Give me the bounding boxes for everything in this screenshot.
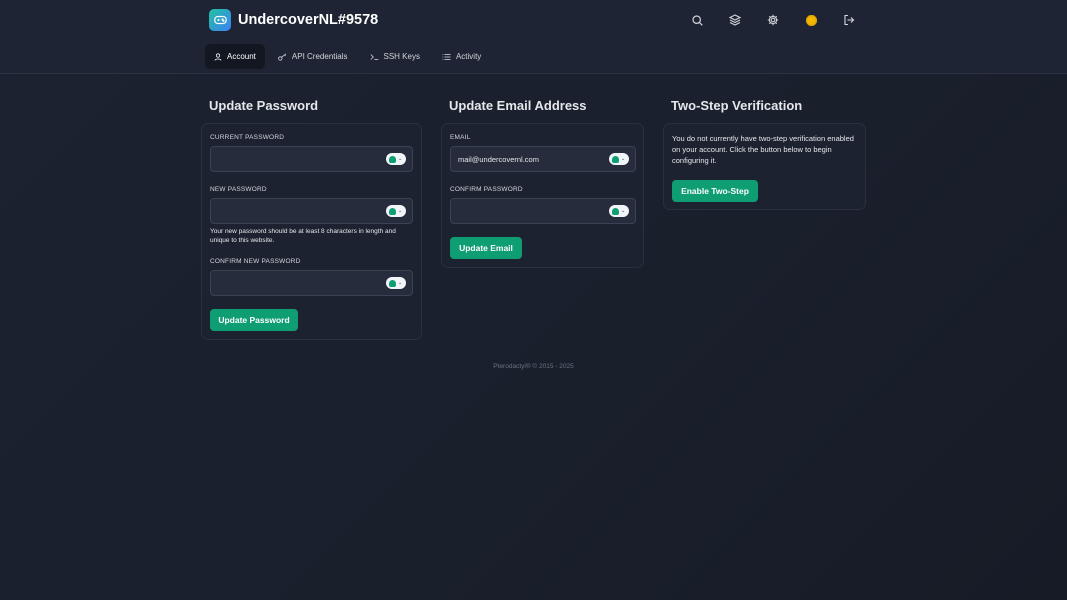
new-password-label: NEW PASSWORD xyxy=(210,186,267,193)
current-password-label: CURRENT PASSWORD xyxy=(210,134,285,141)
two-step-card: You do not currently have two-step verif… xyxy=(663,123,866,210)
password-manager-icon[interactable]: ⌄ xyxy=(609,153,629,165)
tab-label: Account xyxy=(227,52,256,61)
two-step-title: Two-Step Verification xyxy=(671,98,803,113)
footer-copyright: Pterodactyl® © 2015 - 2025 xyxy=(493,363,574,370)
brand[interactable]: UndercoverNL#9578 xyxy=(209,9,378,31)
update-password-card: CURRENT PASSWORD ⌄ NEW PASSWORD ⌄ Your n… xyxy=(201,123,422,340)
current-password-field[interactable]: ⌄ xyxy=(210,146,413,172)
update-email-title: Update Email Address xyxy=(449,98,587,113)
confirm-password-label: CONFIRM PASSWORD xyxy=(450,186,523,193)
update-email-button[interactable]: Update Email xyxy=(450,237,522,259)
tab-label: API Credentials xyxy=(291,52,348,61)
gear-icon[interactable] xyxy=(764,12,782,28)
terminal-icon xyxy=(370,53,378,60)
password-manager-icon[interactable]: ⌄ xyxy=(609,205,629,217)
update-password-button[interactable]: Update Password xyxy=(210,309,298,331)
tab-account[interactable]: Account xyxy=(205,44,265,69)
email-value: mail@undercovernl.com xyxy=(458,154,539,164)
coin-icon[interactable] xyxy=(802,12,820,28)
confirm-password-field[interactable]: ⌄ xyxy=(450,198,636,224)
layers-icon[interactable] xyxy=(726,12,744,28)
two-step-description: You do not currently have two-step verif… xyxy=(672,134,854,165)
password-manager-icon[interactable]: ⌄ xyxy=(386,205,406,217)
user-icon xyxy=(214,52,222,61)
new-password-field[interactable]: ⌄ xyxy=(210,198,413,224)
email-field[interactable]: mail@undercovernl.com ⌄ xyxy=(450,146,636,172)
tab-label: SSH Keys xyxy=(383,52,420,61)
app-title: UndercoverNL#9578 xyxy=(238,12,379,28)
logout-icon[interactable] xyxy=(840,12,858,28)
update-password-title: Update Password xyxy=(209,98,319,113)
password-help-text: Your new password should be at least 8 c… xyxy=(210,228,396,244)
confirm-new-password-field[interactable]: ⌄ xyxy=(210,270,413,296)
password-manager-icon[interactable]: ⌄ xyxy=(386,277,406,289)
search-icon[interactable] xyxy=(688,12,706,28)
password-manager-icon[interactable]: ⌄ xyxy=(386,153,406,165)
confirm-new-password-label: CONFIRM NEW PASSWORD xyxy=(210,258,301,265)
tab-activity[interactable]: Activity xyxy=(433,44,490,69)
list-icon xyxy=(442,53,451,60)
update-email-card: EMAIL mail@undercovernl.com ⌄ CONFIRM PA… xyxy=(441,123,644,268)
tab-ssh-keys[interactable]: SSH Keys xyxy=(361,44,429,69)
enable-two-step-button[interactable]: Enable Two-Step xyxy=(672,180,758,202)
top-navbar: UndercoverNL#9578 Account API Credential… xyxy=(0,0,1067,74)
tab-api-credentials[interactable]: API Credentials xyxy=(269,44,357,69)
key-icon xyxy=(278,52,287,61)
email-label: EMAIL xyxy=(450,134,471,141)
tab-label: Activity xyxy=(455,52,482,61)
gamepad-logo-icon xyxy=(209,9,231,31)
